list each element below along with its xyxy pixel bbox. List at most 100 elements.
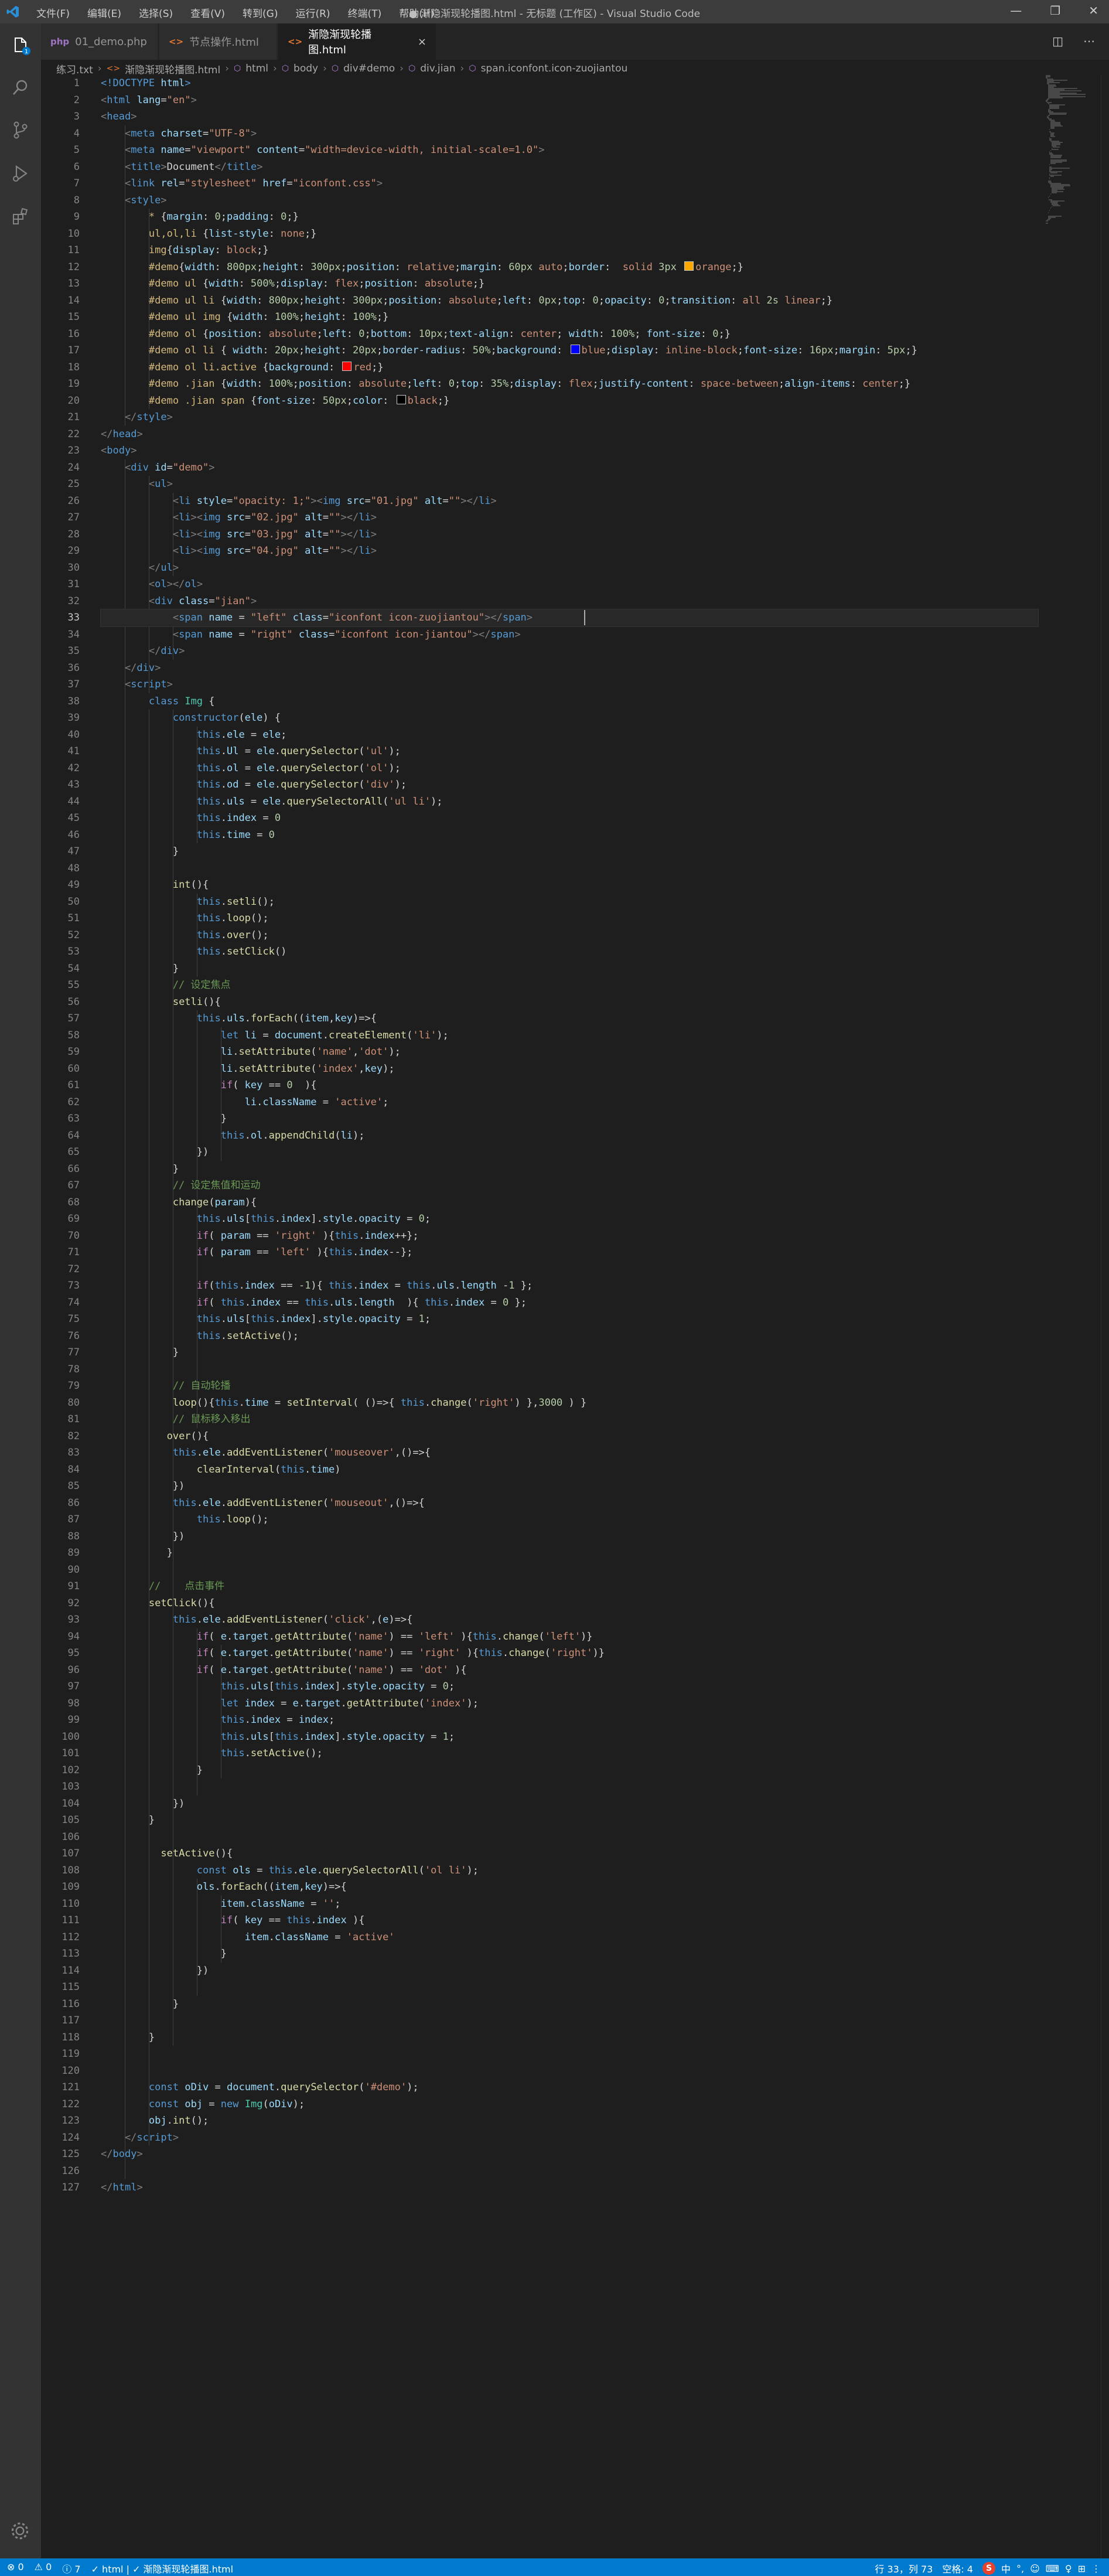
html-element-icon: ⬡: [331, 64, 339, 73]
more-actions-icon[interactable]: ⋯: [1083, 34, 1095, 48]
line-number: 85: [67, 1480, 80, 1492]
editor-tab[interactable]: <> 渐隐渐现轮播图.html ×: [278, 23, 436, 60]
line-number: 42: [67, 762, 80, 774]
menu-item[interactable]: 选择(S): [139, 5, 173, 20]
code-token: this: [196, 929, 221, 941]
menu-item[interactable]: 运行(R): [295, 5, 330, 20]
breadcrumb-item[interactable]: html: [245, 63, 268, 74]
code-token: <: [101, 528, 179, 540]
close-tab-icon[interactable]: ×: [418, 36, 426, 48]
chevron-right-icon: ›: [225, 63, 230, 74]
code-line: </html>: [101, 2179, 1038, 2196]
code-token: .: [274, 745, 281, 757]
code-token: =: [286, 178, 293, 189]
breadcrumb-item[interactable]: body: [294, 63, 318, 74]
menu-item[interactable]: 终端(T): [348, 5, 382, 20]
color-swatch[interactable]: [342, 361, 352, 371]
info-count[interactable]: ⓘ 7: [62, 2561, 80, 2575]
breadcrumb-item[interactable]: span.iconfont.icon-zuojiantou: [481, 63, 628, 74]
minimap[interactable]: [1046, 75, 1095, 233]
color-swatch[interactable]: [396, 394, 406, 404]
code-token: .: [220, 1213, 227, 1225]
code-token: ) ==: [388, 1647, 419, 1659]
close-window-icon[interactable]: ✕: [1088, 4, 1098, 18]
language-crumb[interactable]: ✓ html | ✓ 渐隐渐现轮播图.html: [91, 2561, 234, 2575]
editor-tab[interactable]: <> 节点操作.html: [159, 23, 277, 60]
editor-tab[interactable]: php 01_demo.php: [41, 23, 158, 60]
code-line: }: [101, 1110, 1038, 1127]
code-token: getAttribute: [346, 1697, 419, 1709]
split-editor-icon[interactable]: ◫: [1052, 34, 1063, 48]
breadcrumb-item[interactable]: 练习.txt: [56, 62, 93, 76]
code-token: this: [196, 1330, 221, 1342]
code-token: ;: [424, 1213, 431, 1225]
code-token: -: [496, 1280, 509, 1292]
minimize-icon[interactable]: —: [1010, 4, 1022, 18]
code-token: (: [346, 1647, 353, 1659]
warnings-count[interactable]: ⚠ 0: [35, 2561, 52, 2575]
ime-tool-icon[interactable]: ⊞: [1078, 2563, 1086, 2574]
extensions-icon[interactable]: [10, 206, 31, 227]
code-token: (: [209, 1664, 221, 1676]
code-token: absolute: [359, 378, 407, 390]
ime-tool-icon[interactable]: ⌨: [1046, 2563, 1059, 2574]
code-token: ){: [316, 1229, 335, 1242]
menu-item[interactable]: 帮助(H): [399, 5, 434, 20]
breadcrumb-item[interactable]: div.jian: [420, 63, 455, 74]
code-token: .: [220, 762, 227, 774]
code-token: [: [268, 1681, 275, 1692]
line-number: 37: [67, 679, 80, 690]
code-token: :: [407, 328, 419, 340]
code-token: );: [436, 1029, 449, 1041]
code-token: over: [226, 929, 251, 941]
code-token: <: [101, 628, 179, 640]
code-token: 'ul': [364, 745, 389, 757]
code-token: </: [101, 662, 137, 674]
code-token: }): [101, 1480, 185, 1492]
color-swatch[interactable]: [684, 261, 694, 271]
code-line: if( key == 0 ){: [101, 1077, 1038, 1094]
code-token: "": [329, 545, 341, 557]
code-line: this.time = 0: [101, 827, 1038, 844]
code-token: "iconfont icon-zuojiantou": [329, 612, 485, 623]
ime-tool-icon[interactable]: ♀: [1065, 2563, 1072, 2574]
color-swatch[interactable]: [570, 345, 580, 354]
code-token: (: [359, 762, 365, 774]
menu-item[interactable]: 编辑(E): [87, 5, 121, 20]
code-token: 'index': [424, 1697, 467, 1709]
cursor-position[interactable]: 行 33，列 73: [875, 2561, 933, 2575]
code-token: ele: [244, 712, 263, 724]
menu-item[interactable]: 查看(V): [190, 5, 225, 20]
line-number: 28: [67, 528, 80, 540]
code-line: this.loop();: [101, 1511, 1038, 1528]
search-icon[interactable]: [10, 77, 31, 98]
files-icon[interactable]: 1: [10, 35, 31, 56]
code-token: html: [161, 77, 185, 89]
run-debug-icon[interactable]: [10, 163, 31, 184]
code-token: text-align: [448, 328, 509, 340]
code-token: uls: [335, 1296, 353, 1309]
settings-gear-icon[interactable]: [9, 2520, 31, 2542]
ime-tool-icon[interactable]: ⋮: [1091, 2563, 1101, 2574]
menu-item[interactable]: 转到(G): [243, 5, 278, 20]
line-number: 53: [67, 946, 80, 958]
code-line: // 自动轮播: [101, 1378, 1038, 1395]
breadcrumb-item[interactable]: div#demo: [343, 63, 395, 74]
code-editor[interactable]: <!DOCTYPE html> <html lang="en"> <head> <m…: [100, 75, 1039, 2196]
code-token: .: [298, 1681, 305, 1692]
code-token: name: [203, 612, 233, 623]
menu-item[interactable]: 文件(F): [36, 5, 70, 20]
breadcrumb-item[interactable]: 渐隐渐现轮播图.html: [125, 62, 220, 76]
ime-tool-icon[interactable]: ☺: [1030, 2563, 1040, 2574]
code-token: this: [220, 1296, 245, 1309]
code-token: .: [220, 1330, 227, 1342]
source-control-icon[interactable]: [10, 120, 31, 141]
restore-icon[interactable]: ❐: [1050, 4, 1060, 18]
code-token: :: [298, 261, 311, 273]
sogou-ime-icon[interactable]: S: [982, 2562, 995, 2575]
indent-spaces[interactable]: 空格: 4: [942, 2561, 973, 2575]
ime-language[interactable]: 中: [1001, 2561, 1011, 2575]
errors-count[interactable]: ⊗ 0: [7, 2561, 24, 2575]
editor-scrollbar[interactable]: [1101, 75, 1109, 2558]
ime-tool-icon[interactable]: °,: [1016, 2563, 1024, 2574]
